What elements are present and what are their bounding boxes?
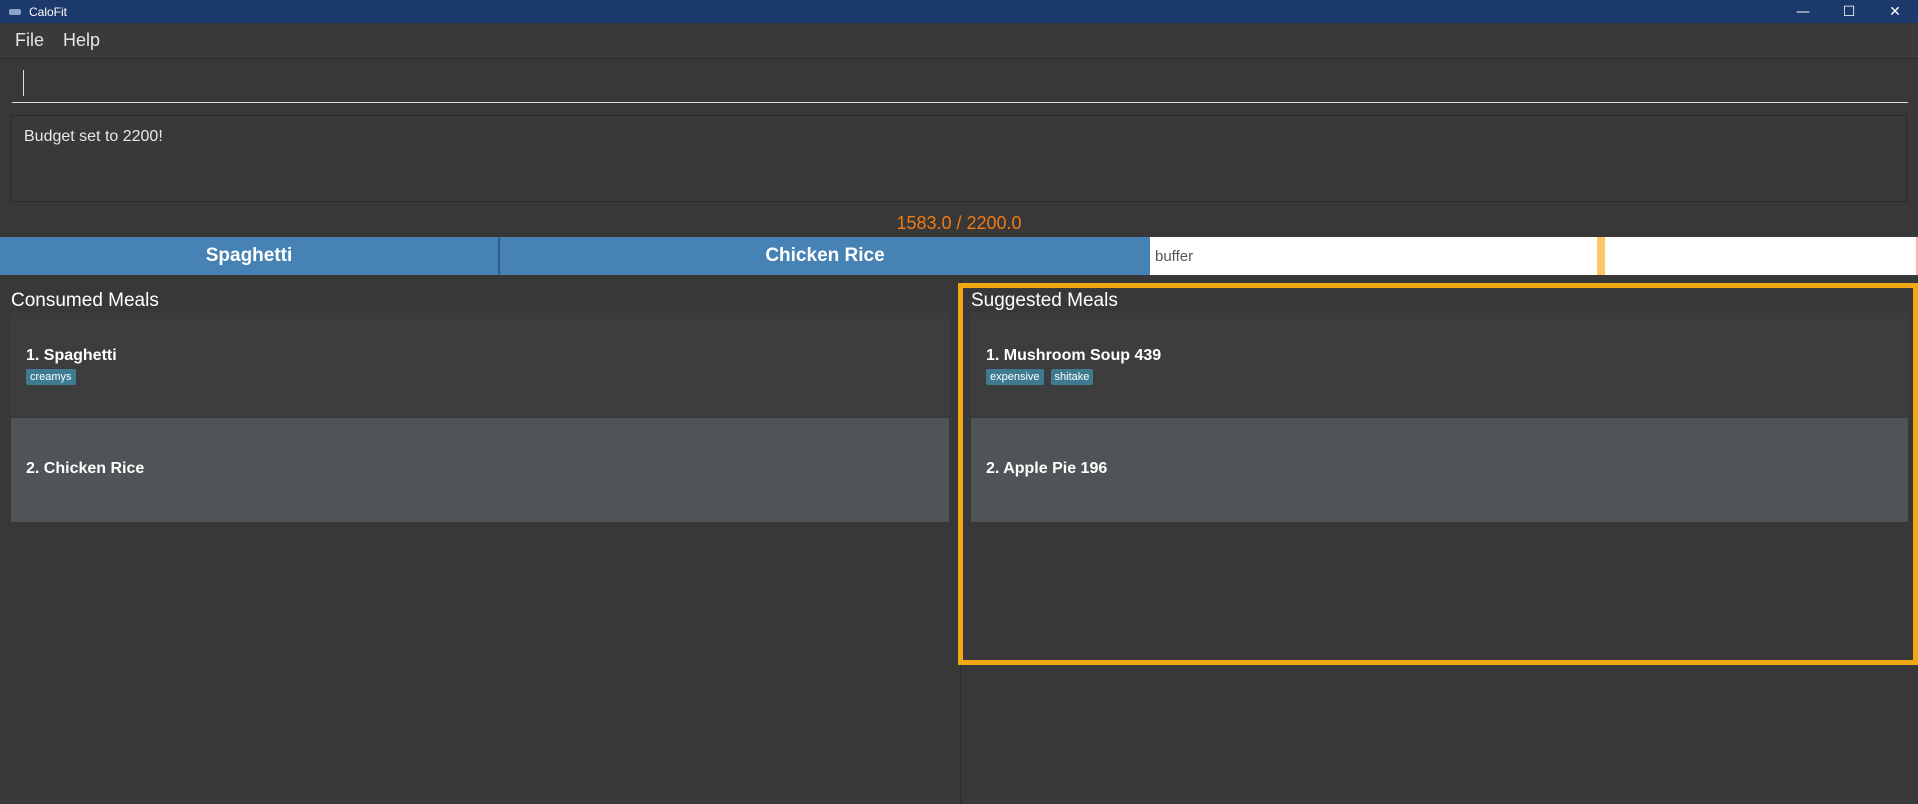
suggested-meals-highlight-box — [958, 283, 1918, 665]
progress-remaining-segment — [1605, 237, 1918, 275]
minimize-button[interactable]: — — [1780, 0, 1826, 23]
consumed-meal-card[interactable]: 1. Spaghetti creamys — [11, 313, 949, 417]
result-display: Budget set to 2200! — [11, 115, 1907, 202]
progress-buffer-segment: buffer — [1150, 237, 1597, 275]
window-controls: — ☐ ✕ — [1780, 0, 1918, 23]
meal-tag: creamys — [26, 369, 76, 385]
meal-tags: creamys — [26, 369, 76, 385]
command-input[interactable] — [12, 62, 1908, 102]
consumed-meal-card[interactable]: 2. Chicken Rice — [11, 418, 949, 522]
consumed-meals-title: Consumed Meals — [11, 290, 159, 311]
meal-name: 2. Chicken Rice — [26, 460, 145, 477]
progress-segment-spaghetti: Spaghetti — [0, 237, 500, 275]
close-button[interactable]: ✕ — [1872, 0, 1918, 23]
progress-budget-marker — [1597, 237, 1605, 275]
title-bar: CaloFit — ☐ ✕ — [0, 0, 1918, 23]
menu-file[interactable]: File — [15, 30, 44, 51]
calorie-progress-bar: Spaghetti Chicken Rice buffer — [0, 237, 1918, 275]
window-title: CaloFit — [29, 4, 68, 19]
meal-name: 1. Spaghetti — [26, 347, 117, 364]
command-box — [12, 62, 1908, 103]
menu-help[interactable]: Help — [63, 30, 100, 51]
result-message: Budget set to 2200! — [24, 128, 163, 145]
app-logo-icon — [9, 7, 21, 17]
progress-segment-chicken-rice: Chicken Rice — [500, 237, 1150, 275]
menu-bar: File Help — [0, 23, 1918, 59]
text-caret — [23, 70, 24, 96]
calorie-counter: 1583.0 / 2200.0 — [896, 213, 1022, 233]
maximize-button[interactable]: ☐ — [1826, 0, 1872, 23]
